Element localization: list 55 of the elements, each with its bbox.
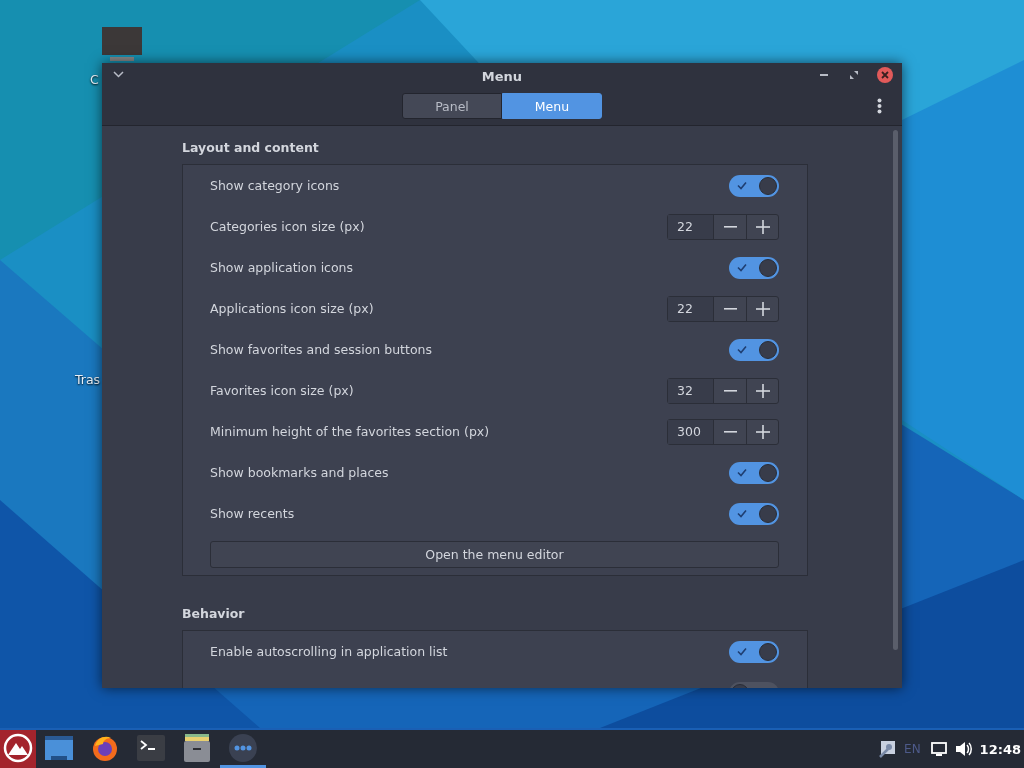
- plus-icon: [755, 219, 770, 234]
- setting-label: Show recents: [210, 506, 296, 521]
- toggle-switch[interactable]: [729, 502, 779, 525]
- toggle-switch[interactable]: [729, 256, 779, 279]
- key-icon[interactable]: [878, 740, 897, 758]
- setting-label: Enable autoscrolling in application list: [210, 644, 449, 659]
- setting-label: Show application icons: [210, 260, 355, 275]
- check-icon: [737, 467, 747, 477]
- setting-label: Applications icon size (px): [210, 301, 375, 316]
- computer-icon[interactable]: [102, 27, 142, 63]
- file-cabinet-icon[interactable]: [183, 733, 211, 762]
- setting-label: Show favorites and session buttons: [210, 342, 433, 357]
- minus-icon: [723, 307, 737, 310]
- open-editor-button[interactable]: Open the menu editor: [210, 541, 779, 568]
- folder-icon[interactable]: [45, 735, 73, 760]
- section-title: Layout and content: [182, 140, 320, 155]
- monitor-icon[interactable]: [930, 742, 947, 756]
- toggle-switch[interactable]: [729, 338, 779, 361]
- check-icon: [737, 508, 747, 518]
- maximize-icon[interactable]: [850, 71, 858, 79]
- number-field[interactable]: 22: [668, 296, 714, 321]
- setting-label: Favorites icon size (px): [210, 383, 355, 398]
- plus-icon: [755, 301, 770, 316]
- launcher-icon[interactable]: [3, 732, 33, 763]
- plus-icon: [755, 424, 770, 439]
- window-title: Menu: [481, 68, 523, 84]
- minus-icon: [723, 389, 737, 392]
- minus-icon: [723, 430, 737, 433]
- check-icon: [737, 180, 747, 190]
- plus-icon: [755, 383, 770, 398]
- setting-label: Show bookmarks and places: [210, 465, 390, 480]
- check-icon: [737, 646, 747, 656]
- desktop-icon-label[interactable]: Tras: [75, 372, 101, 387]
- toggle-switch[interactable]: [729, 174, 779, 197]
- setting-label: Categories icon size (px): [210, 219, 366, 234]
- number-field[interactable]: 22: [668, 214, 714, 239]
- clock[interactable]: 12:48: [979, 741, 1021, 757]
- section-title: Behavior: [182, 606, 246, 621]
- number-field[interactable]: 300: [668, 419, 714, 444]
- terminal-icon[interactable]: [137, 734, 165, 761]
- setting-label: Minimum height of the favorites section (px): [210, 424, 491, 439]
- close-icon[interactable]: [877, 67, 893, 83]
- setting-label: Show category icons: [210, 178, 341, 193]
- chevron-down-icon[interactable]: [113, 71, 124, 78]
- scrollbar-thumb[interactable]: [892, 130, 898, 650]
- check-icon: [737, 262, 747, 272]
- tab[interactable]: Panel: [402, 93, 502, 119]
- number-field[interactable]: 32: [668, 378, 714, 403]
- kebab-menu-icon[interactable]: [877, 98, 882, 114]
- minus-icon: [723, 225, 737, 228]
- toggle-switch[interactable]: [729, 640, 779, 663]
- volume-icon[interactable]: [954, 741, 972, 757]
- check-icon: [737, 344, 747, 354]
- more-apps-icon[interactable]: [229, 733, 257, 762]
- toggle-switch[interactable]: [729, 461, 779, 484]
